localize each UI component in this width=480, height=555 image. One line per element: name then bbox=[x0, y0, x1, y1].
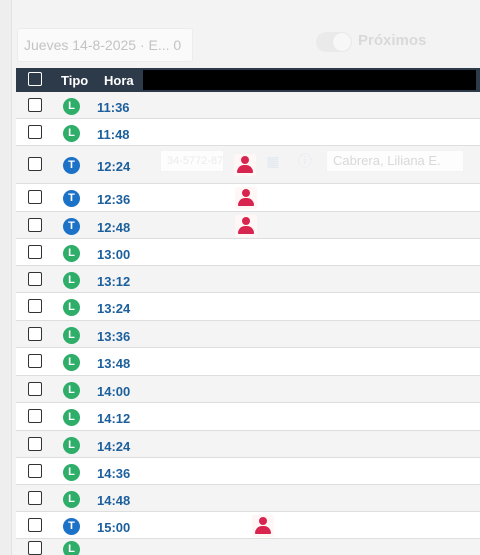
table-row[interactable]: L 13:48 bbox=[16, 348, 480, 376]
person-icon-head bbox=[259, 516, 267, 525]
table-row[interactable]: T 15:00 bbox=[16, 512, 480, 539]
row-checkbox[interactable] bbox=[28, 490, 42, 505]
appointment-time[interactable]: 13:36 bbox=[97, 329, 130, 344]
person-icon[interactable] bbox=[234, 154, 256, 176]
row-checkbox[interactable] bbox=[28, 97, 42, 112]
column-header-hora[interactable]: Hora bbox=[104, 73, 134, 88]
appointment-time[interactable]: 12:24 bbox=[97, 159, 130, 174]
person-icon-head bbox=[242, 189, 250, 197]
upcoming-toggle[interactable] bbox=[316, 32, 352, 52]
person-icon[interactable] bbox=[235, 214, 257, 237]
select-all-checkbox[interactable] bbox=[28, 72, 42, 86]
row-checkbox[interactable] bbox=[28, 463, 42, 478]
person-icon-body bbox=[238, 225, 254, 234]
row-checkbox[interactable] bbox=[28, 244, 42, 259]
row-checkbox[interactable] bbox=[28, 354, 42, 368]
table-row[interactable]: L 13:24 bbox=[16, 293, 480, 321]
appointment-time[interactable]: 12:48 bbox=[97, 220, 130, 235]
row-checkbox[interactable] bbox=[28, 517, 42, 532]
appointment-time[interactable]: 14:00 bbox=[97, 384, 130, 399]
type-badge-icon: L bbox=[63, 244, 80, 262]
table-row[interactable]: L 13:12 bbox=[16, 266, 480, 293]
table-header: Tipo Hora bbox=[16, 68, 480, 92]
row-checkbox[interactable] bbox=[28, 271, 42, 286]
app-page: Jueves 14-8-2025 · E... 0 Próximos Tipo … bbox=[0, 0, 480, 555]
row-checkbox[interactable] bbox=[28, 190, 42, 204]
table-row[interactable]: L bbox=[16, 539, 480, 555]
patient-name[interactable]: Cabrera, Liliana E. bbox=[326, 150, 464, 172]
sidebar-edge bbox=[0, 0, 12, 555]
table-row[interactable]: L 14:36 bbox=[16, 458, 480, 485]
type-badge-icon: L bbox=[63, 463, 80, 481]
row-checkbox[interactable] bbox=[28, 217, 42, 232]
row-checkbox[interactable] bbox=[28, 381, 42, 396]
calendar-icon[interactable]: ▦ bbox=[264, 152, 282, 170]
person-icon-head bbox=[242, 216, 250, 225]
appointment-time[interactable]: 13:24 bbox=[97, 301, 130, 316]
table-row[interactable]: L 14:48 bbox=[16, 485, 480, 512]
appointment-time[interactable]: 11:48 bbox=[97, 127, 130, 142]
type-badge-icon: L bbox=[63, 97, 80, 115]
row-checkbox[interactable] bbox=[28, 157, 42, 171]
type-badge-icon: L bbox=[63, 326, 80, 344]
table-body: L 11:36 L 11:48 T 12:24 34-5772-878 ▦ ⓘ Cabrera, … bbox=[16, 92, 480, 555]
column-header-tipo[interactable]: Tipo bbox=[61, 73, 88, 88]
person-icon-body bbox=[255, 525, 271, 534]
type-badge-icon: L bbox=[63, 381, 80, 399]
type-badge-icon: T bbox=[63, 517, 80, 535]
person-icon-body bbox=[237, 165, 253, 173]
patient-phone: 34-5772-878 bbox=[160, 150, 224, 172]
row-checkbox[interactable] bbox=[28, 409, 42, 423]
person-icon-body bbox=[238, 198, 254, 206]
type-badge-icon: L bbox=[63, 541, 80, 555]
table-row[interactable]: L 14:24 bbox=[16, 431, 480, 458]
type-badge-icon: L bbox=[63, 299, 80, 316]
row-checkbox[interactable] bbox=[28, 326, 42, 341]
person-icon[interactable] bbox=[252, 514, 274, 537]
appointment-time[interactable]: 14:48 bbox=[97, 493, 130, 508]
row-checkbox[interactable] bbox=[28, 124, 42, 139]
appointments-table: Tipo Hora L 11:36 L 11:48 T 12:24 34-5772-878 ▦… bbox=[16, 68, 480, 555]
appointment-time[interactable]: 13:48 bbox=[97, 356, 130, 371]
table-row[interactable]: T 12:36 bbox=[16, 184, 480, 212]
appointment-time[interactable]: 11:36 bbox=[97, 100, 130, 115]
type-badge-icon: T bbox=[63, 157, 80, 174]
appointment-time[interactable]: 14:36 bbox=[97, 466, 130, 481]
type-badge-icon: L bbox=[63, 490, 80, 508]
person-icon[interactable] bbox=[235, 187, 257, 209]
appointment-time[interactable]: 14:12 bbox=[97, 411, 130, 426]
table-row[interactable]: L 14:00 bbox=[16, 376, 480, 403]
type-badge-icon: L bbox=[63, 409, 80, 426]
table-row[interactable]: L 11:36 bbox=[16, 92, 480, 119]
type-badge-icon: L bbox=[63, 124, 80, 142]
type-badge-icon: T bbox=[63, 190, 80, 207]
table-row[interactable]: L 13:36 bbox=[16, 321, 480, 348]
upcoming-toggle-label: Próximos bbox=[358, 32, 427, 49]
table-row[interactable]: T 12:48 bbox=[16, 212, 480, 239]
appointment-time[interactable]: 15:00 bbox=[97, 520, 130, 535]
table-row[interactable]: L 11:48 bbox=[16, 119, 480, 146]
person-icon-head bbox=[241, 156, 249, 164]
table-row[interactable]: L 13:00 bbox=[16, 239, 480, 266]
type-badge-icon: L bbox=[63, 271, 80, 289]
table-row[interactable]: T 12:24 34-5772-878 ▦ ⓘ Cabrera, Liliana E. bbox=[16, 146, 480, 184]
date-selector[interactable]: Jueves 14-8-2025 · E... 0 bbox=[17, 28, 193, 62]
table-row[interactable]: L 14:12 bbox=[16, 403, 480, 431]
row-checkbox[interactable] bbox=[28, 541, 42, 555]
appointment-time[interactable]: 13:00 bbox=[97, 247, 130, 262]
row-checkbox[interactable] bbox=[28, 436, 42, 451]
row-checkbox[interactable] bbox=[28, 299, 42, 313]
toolbar: Jueves 14-8-2025 · E... 0 Próximos bbox=[11, 0, 480, 68]
info-icon[interactable]: ⓘ bbox=[296, 152, 314, 170]
appointment-time[interactable]: 14:24 bbox=[97, 439, 130, 454]
type-badge-icon: T bbox=[63, 217, 80, 235]
appointment-time[interactable]: 13:12 bbox=[97, 274, 130, 289]
type-badge-icon: L bbox=[63, 436, 80, 454]
type-badge-icon: L bbox=[63, 354, 80, 371]
column-header-redacted bbox=[143, 70, 476, 90]
appointment-time[interactable]: 12:36 bbox=[97, 192, 130, 207]
